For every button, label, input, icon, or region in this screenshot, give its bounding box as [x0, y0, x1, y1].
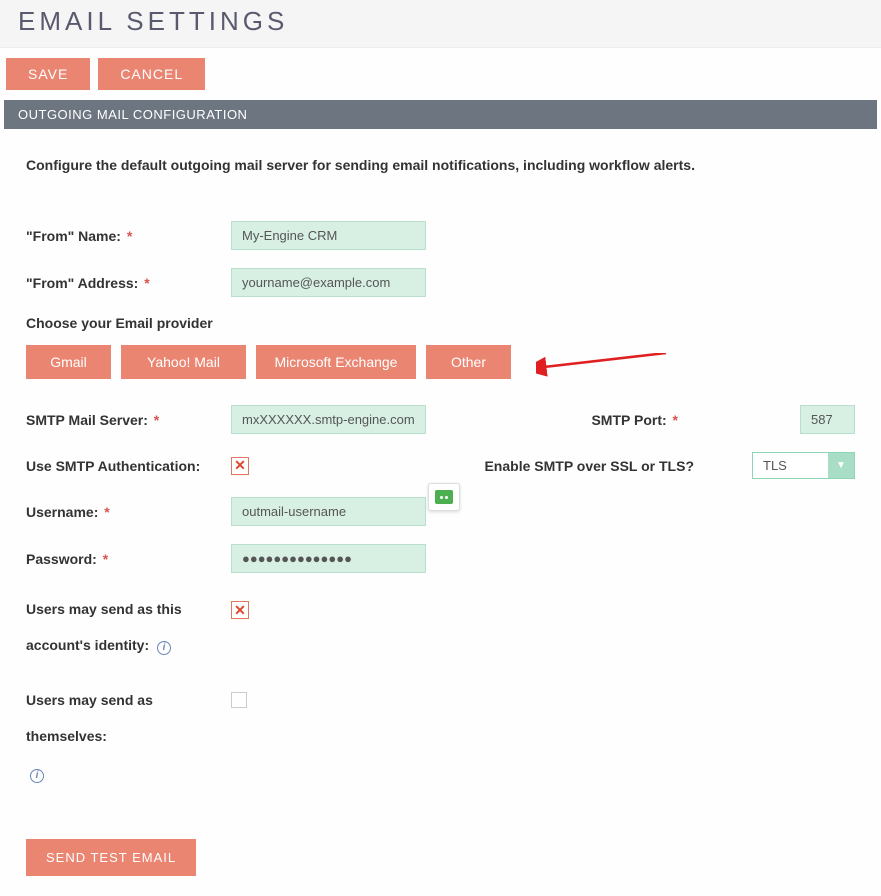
from-address-row: "From" Address: * — [26, 268, 855, 297]
required-asterisk: * — [154, 412, 159, 428]
smtp-auth-row: Use SMTP Authentication: ✕ Enable SMTP o… — [26, 452, 855, 479]
arrow-annotation — [536, 353, 676, 393]
chevron-down-icon: ▼ — [828, 453, 854, 478]
section-header: OUTGOING MAIL CONFIGURATION — [4, 100, 877, 129]
send-as-identity-row: Users may send as this account's identit… — [26, 591, 855, 664]
info-icon[interactable]: i — [30, 769, 44, 783]
password-label: Password: * — [26, 551, 231, 567]
required-asterisk: * — [103, 551, 108, 567]
send-as-self-checkbox[interactable] — [231, 692, 247, 708]
username-row: Username: * — [26, 497, 855, 526]
smtp-port-label: SMTP Port: * — [591, 412, 678, 428]
username-input[interactable] — [231, 497, 426, 526]
from-name-label: "From" Name: * — [26, 228, 231, 244]
provider-gmail[interactable]: Gmail — [26, 345, 111, 379]
info-icon[interactable]: i — [157, 641, 171, 655]
provider-exchange[interactable]: Microsoft Exchange — [256, 345, 416, 379]
password-input[interactable] — [231, 544, 426, 573]
use-auth-label: Use SMTP Authentication: — [26, 458, 231, 474]
send-as-self-label: Users may send as themselves: i — [26, 682, 231, 791]
provider-row: Gmail Yahoo! Mail Microsoft Exchange Oth… — [26, 345, 855, 379]
username-label: Username: * — [26, 504, 231, 520]
send-as-identity-checkbox[interactable]: ✕ — [231, 601, 249, 619]
from-address-label: "From" Address: * — [26, 275, 231, 291]
password-row: Password: * — [26, 544, 855, 573]
action-bar: SAVE CANCEL — [0, 48, 881, 100]
tls-select[interactable]: TLS ▼ — [752, 452, 855, 479]
required-asterisk: * — [104, 504, 109, 520]
from-name-input[interactable] — [231, 221, 426, 250]
required-asterisk: * — [673, 412, 678, 428]
page-title: EMAIL SETTINGS — [0, 0, 881, 48]
smtp-server-label: SMTP Mail Server: * — [26, 412, 231, 428]
content-area: Configure the default outgoing mail serv… — [0, 129, 881, 896]
send-as-identity-label: Users may send as this account's identit… — [26, 591, 231, 664]
send-test-email-button[interactable]: SEND TEST EMAIL — [26, 839, 196, 876]
cancel-button[interactable]: CANCEL — [98, 58, 205, 90]
save-button[interactable]: SAVE — [6, 58, 90, 90]
provider-yahoo[interactable]: Yahoo! Mail — [121, 345, 246, 379]
provider-other[interactable]: Other — [426, 345, 511, 379]
description-text: Configure the default outgoing mail serv… — [26, 157, 855, 173]
provider-label: Choose your Email provider — [26, 315, 855, 331]
tls-select-value: TLS — [753, 453, 828, 478]
smtp-server-input[interactable] — [231, 405, 426, 434]
smtp-server-row: SMTP Mail Server: * SMTP Port: * — [26, 405, 855, 434]
required-asterisk: * — [144, 275, 149, 291]
from-address-input[interactable] — [231, 268, 426, 297]
send-as-self-row: Users may send as themselves: i — [26, 682, 855, 791]
from-name-row: "From" Name: * — [26, 221, 855, 250]
smtp-port-input[interactable] — [800, 405, 855, 434]
password-manager-icon[interactable] — [428, 483, 460, 511]
use-auth-checkbox[interactable]: ✕ — [231, 457, 249, 475]
required-asterisk: * — [127, 228, 132, 244]
enable-ssl-label: Enable SMTP over SSL or TLS? — [484, 458, 694, 474]
